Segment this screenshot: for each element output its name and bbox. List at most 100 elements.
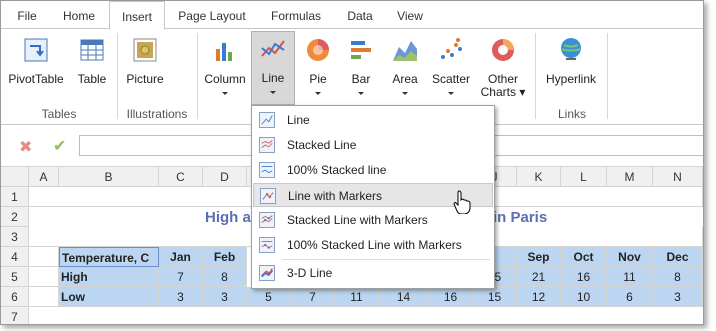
- pivottable-button[interactable]: PivotTable: [5, 33, 67, 99]
- table-cell[interactable]: 3: [203, 287, 247, 307]
- confirm-icon[interactable]: ✔: [53, 136, 66, 156]
- table-header-cell[interactable]: Dec: [653, 247, 703, 267]
- cancel-icon[interactable]: ✖: [19, 137, 32, 157]
- picture-icon: [133, 38, 157, 62]
- chevron-down-icon: [402, 92, 408, 95]
- grid-cell[interactable]: [29, 267, 59, 287]
- other-charts-label-line2: Charts: [480, 85, 516, 99]
- row-header-6[interactable]: 6: [1, 287, 29, 307]
- pie-chart-label: Pie: [309, 72, 327, 86]
- column-header-c[interactable]: C: [159, 167, 203, 187]
- hyperlink-label: Hyperlink: [545, 72, 596, 86]
- column-header-d[interactable]: D: [203, 167, 247, 187]
- tab-formulas[interactable]: Formulas: [259, 1, 333, 29]
- table-cell[interactable]: 21: [517, 267, 561, 287]
- table-row-label[interactable]: Low: [59, 287, 159, 307]
- row-header-1[interactable]: 1: [1, 187, 29, 207]
- table-header-cell[interactable]: Sep: [517, 247, 561, 267]
- table-cell[interactable]: 3: [159, 287, 203, 307]
- menu-item-line[interactable]: Line: [253, 108, 493, 132]
- table-header-cell[interactable]: Feb: [203, 247, 247, 267]
- menu-item-100-stacked-line-with-markers[interactable]: 100% Stacked Line with Markers: [253, 233, 493, 257]
- area-chart-button[interactable]: Area: [385, 33, 425, 99]
- bar-chart-icon: [351, 41, 371, 59]
- table-cell[interactable]: 8: [653, 267, 703, 287]
- table-cell[interactable]: 16: [561, 267, 607, 287]
- row-header-2[interactable]: 2: [1, 207, 29, 227]
- menu-item-label: Stacked Line: [287, 138, 357, 152]
- other-charts-label-line1: Other: [487, 72, 518, 86]
- row-header-4[interactable]: 4: [1, 247, 29, 267]
- line-chart-button[interactable]: Line: [251, 31, 295, 105]
- menu-item-100-stacked-line[interactable]: 100% Stacked line: [253, 158, 493, 182]
- pie-chart-icon: [307, 39, 329, 61]
- column-header-k[interactable]: K: [517, 167, 561, 187]
- bar-chart-label: Bar: [351, 72, 371, 86]
- area-chart-icon: [393, 41, 417, 61]
- table-cell[interactable]: 11: [607, 267, 653, 287]
- table-cell[interactable]: 10: [561, 287, 607, 307]
- table-row-label[interactable]: High: [59, 267, 159, 287]
- table-cell[interactable]: 11: [335, 287, 379, 307]
- menu-item-label: Line with Markers: [288, 189, 383, 203]
- table-button[interactable]: Table: [71, 33, 113, 99]
- row-header-5[interactable]: 5: [1, 267, 29, 287]
- column-header-a[interactable]: A: [29, 167, 59, 187]
- table-cell[interactable]: 12: [517, 287, 561, 307]
- column-header-l[interactable]: L: [561, 167, 607, 187]
- group-label-links: Links: [557, 107, 586, 121]
- pivottable-icon: [24, 38, 48, 62]
- menu-item-3d-line[interactable]: 3-D Line: [253, 261, 493, 285]
- grid-cell[interactable]: [29, 247, 59, 267]
- sheet-title-right: in Paris: [493, 209, 548, 226]
- scatter-chart-label: Scatter: [431, 72, 470, 86]
- table-header-cell[interactable]: Oct: [561, 247, 607, 267]
- picture-button[interactable]: Picture: [123, 33, 167, 99]
- other-charts-button[interactable]: Other Charts ▾: [477, 33, 529, 99]
- table-cell[interactable]: 16: [429, 287, 473, 307]
- table-cell[interactable]: 6: [607, 287, 653, 307]
- bar-chart-button[interactable]: Bar: [341, 33, 381, 99]
- table-cell[interactable]: 5: [247, 287, 291, 307]
- table-cell[interactable]: 15: [473, 287, 517, 307]
- tab-file[interactable]: File: [7, 1, 47, 29]
- table-cell[interactable]: 8: [203, 267, 247, 287]
- tab-view[interactable]: View: [387, 1, 433, 29]
- group-label-illustrations: Illustrations: [126, 107, 188, 121]
- table-cell[interactable]: 14: [379, 287, 429, 307]
- column-header-m[interactable]: M: [607, 167, 653, 187]
- tab-home[interactable]: Home: [51, 1, 107, 29]
- select-all-corner[interactable]: [1, 167, 29, 187]
- column-header-n[interactable]: N: [653, 167, 703, 187]
- column-chart-button[interactable]: Column: [203, 33, 247, 99]
- row-header-7[interactable]: 7: [1, 307, 29, 324]
- 100-stacked-line-markers-icon: [259, 237, 275, 253]
- picture-label: Picture: [126, 72, 164, 86]
- hand-cursor-icon: [453, 190, 471, 214]
- other-charts-icon: [492, 39, 514, 61]
- table-header-cell[interactable]: Jan: [159, 247, 203, 267]
- table-cell[interactable]: 7: [159, 267, 203, 287]
- scatter-chart-button[interactable]: Scatter: [429, 33, 473, 99]
- hyperlink-icon: [561, 38, 581, 60]
- tab-data[interactable]: Data: [335, 1, 385, 29]
- menu-item-label: 100% Stacked line: [287, 163, 387, 177]
- stacked-line-markers-icon: [259, 212, 275, 228]
- column-header-b[interactable]: B: [59, 167, 159, 187]
- sheet-title-left: High a: [205, 209, 251, 226]
- table-header-cell[interactable]: Temperature, C: [59, 247, 159, 267]
- hyperlink-button[interactable]: Hyperlink: [541, 33, 601, 99]
- table-icon: [80, 39, 104, 61]
- table-cell[interactable]: 3: [653, 287, 703, 307]
- menu-item-stacked-line[interactable]: Stacked Line: [253, 133, 493, 157]
- table-header-cell[interactable]: Nov: [607, 247, 653, 267]
- tab-insert[interactable]: Insert: [109, 1, 165, 30]
- pie-chart-button[interactable]: Pie: [299, 33, 337, 99]
- tab-page-layout[interactable]: Page Layout: [167, 1, 257, 29]
- grid-cell[interactable]: [29, 287, 59, 307]
- row-header-3[interactable]: 3: [1, 227, 29, 247]
- table-cell[interactable]: 7: [291, 287, 335, 307]
- group-separator: [117, 33, 118, 119]
- menu-item-label: 3-D Line: [287, 266, 333, 280]
- menu-item-label: Stacked Line with Markers: [287, 213, 428, 227]
